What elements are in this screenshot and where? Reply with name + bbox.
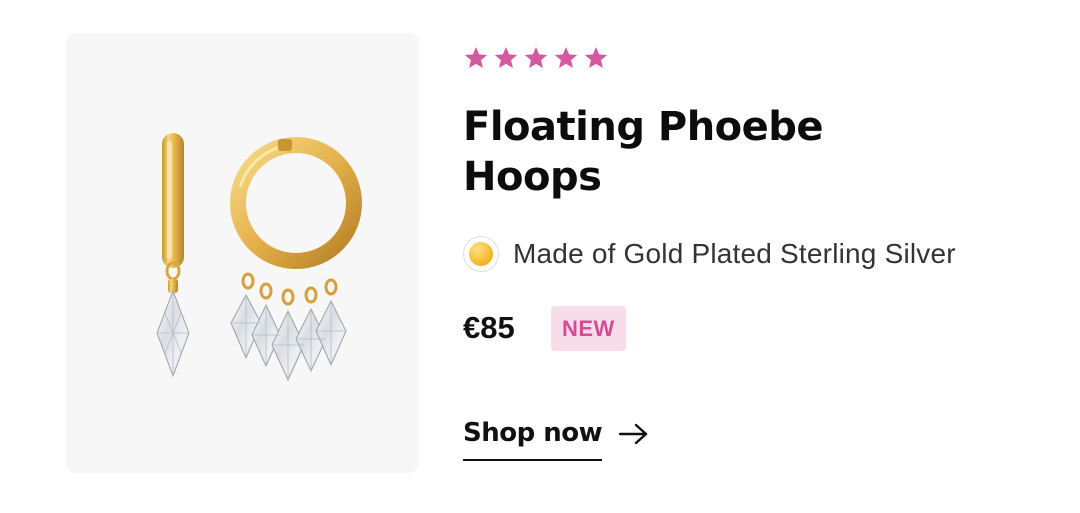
gold-swatch-icon[interactable] [463,236,499,272]
arrow-right-icon [618,423,648,444]
price: €85 [463,310,515,345]
product-title[interactable]: Floating Phoebe Hoops [463,102,963,202]
star-rating [463,40,1043,76]
star-icon [583,45,609,71]
star-icon [553,45,579,71]
product-image[interactable] [66,33,419,473]
star-icon [493,45,519,71]
material-row: Made of Gold Plated Sterling Silver [463,234,1043,274]
shop-now-label: Shop now [463,416,603,461]
swatch-color-dot [469,242,493,266]
material-label: Made of Gold Plated Sterling Silver [513,238,956,269]
product-info: Floating Phoebe Hoops Made of Gold Plate… [463,40,1043,352]
shop-now-link[interactable]: Shop now [463,416,650,461]
price-row: €85 NEW [463,304,1043,352]
earrings-illustration [156,133,362,382]
star-icon [463,45,489,71]
star-icon [523,45,549,71]
new-badge: NEW [551,305,626,351]
